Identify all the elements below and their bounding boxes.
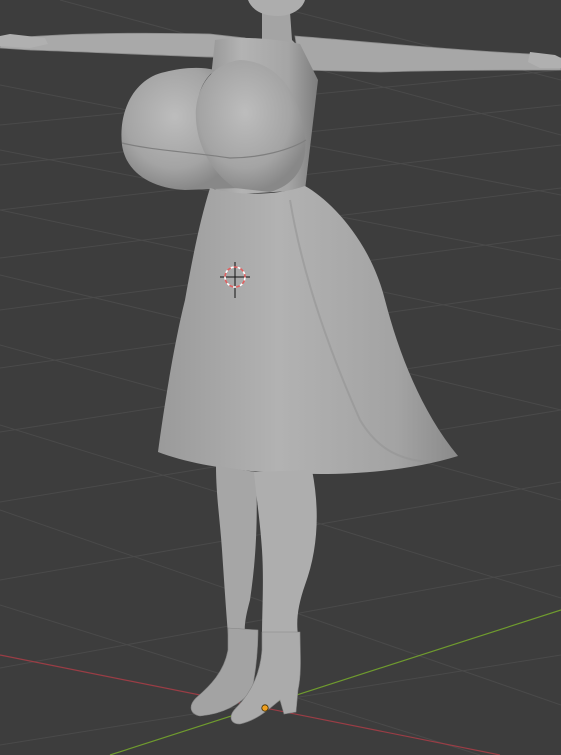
3d-viewport[interactable] xyxy=(0,0,561,755)
object-origin-icon xyxy=(261,704,269,712)
viewport-canvas[interactable] xyxy=(0,0,561,755)
